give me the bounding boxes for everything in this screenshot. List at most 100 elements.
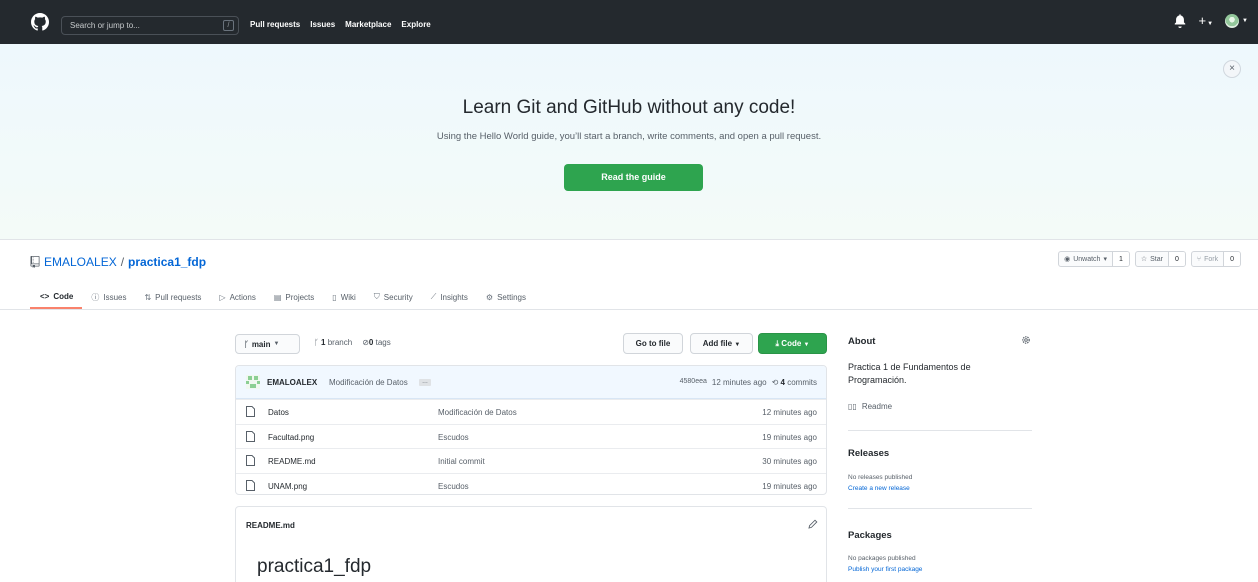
nav-link-marketplace[interactable]: Marketplace <box>345 20 391 29</box>
tab-pull-requests-label: Pull requests <box>155 292 202 302</box>
add-file-label: Add file <box>702 339 733 348</box>
commit-sha-link[interactable]: 4580eea <box>680 378 707 387</box>
tab-wiki-label: Wiki <box>340 292 356 302</box>
stars-count[interactable]: 0 <box>1167 252 1185 266</box>
hello-world-banner <box>0 44 1258 240</box>
banner-title: Learn Git and GitHub without any code! <box>462 97 796 118</box>
commit-time: 12 minutes ago <box>711 378 767 387</box>
file-commit-link[interactable]: Escudos <box>438 482 469 491</box>
file-icon <box>246 455 255 466</box>
tab-projects[interactable]: ▤ Projects <box>265 285 323 309</box>
branches-label: branch <box>327 338 353 347</box>
tab-issues[interactable]: ⓘ Issues <box>82 285 135 309</box>
fork-button[interactable]: ⑂ Fork <box>1192 252 1223 266</box>
commits-label: commits <box>787 378 817 387</box>
packages-title[interactable]: Packages <box>848 530 892 541</box>
create-new-menu[interactable]: +▼ <box>1199 14 1214 28</box>
read-the-guide-button[interactable]: Read the guide <box>564 164 703 191</box>
tab-insights-label: Insights <box>440 292 468 302</box>
file-icon <box>246 406 255 417</box>
publish-package-link[interactable]: Publish your first package <box>848 566 922 573</box>
commit-author-link[interactable]: EMALOALEX <box>267 378 317 387</box>
tab-wiki[interactable]: ▯ Wiki <box>323 285 365 309</box>
nav-link-explore[interactable]: Explore <box>401 20 430 29</box>
pencil-icon[interactable] <box>808 519 818 529</box>
tags-label: tags <box>375 338 391 347</box>
tab-settings[interactable]: ⚙ Settings <box>477 285 535 309</box>
tab-code[interactable]: <> Code <box>30 285 83 309</box>
code-button-label: Code <box>781 339 802 348</box>
tab-projects-label: Projects <box>285 292 315 302</box>
tab-pull-requests[interactable]: ⇅ Pull requests <box>135 285 210 309</box>
slash-shortcut-key: / <box>223 20 234 31</box>
nav-link-pull-requests[interactable]: Pull requests <box>250 20 300 29</box>
gear-icon[interactable] <box>1021 335 1031 345</box>
history-icon: ⟲ <box>771 378 779 387</box>
file-name-link[interactable]: UNAM.png <box>268 482 307 491</box>
eye-icon: ◉ <box>1064 255 1071 263</box>
file-list: EMALOALEX Modificación de Datos … 4580ee… <box>235 365 827 495</box>
chevron-down-icon: ▼ <box>1242 18 1248 24</box>
branches-count: 1 <box>321 338 326 347</box>
repo-icon <box>30 256 40 268</box>
branches-link[interactable]: ᚴ 1 branch <box>314 338 352 347</box>
search-input[interactable]: Search or jump to... / <box>61 16 239 35</box>
file-icon <box>246 430 255 442</box>
code-button[interactable]: ⤓ Code ▼ <box>758 333 827 354</box>
commits-history-link[interactable]: ⟲ 4 commits <box>772 378 817 387</box>
star-label: Star <box>1150 255 1163 263</box>
nav-link-issues[interactable]: Issues <box>310 20 335 29</box>
repo-name-link[interactable]: practica1_fdp <box>128 255 206 269</box>
file-commit-link[interactable]: Initial commit <box>438 457 485 466</box>
branch-selector[interactable]: ᚴ main ▼ <box>235 334 300 354</box>
file-commit-link[interactable]: Escudos <box>438 433 469 442</box>
table-row: UNAM.png Escudos 19 minutes ago <box>236 472 826 495</box>
file-name-link[interactable]: Datos <box>268 408 289 417</box>
readme-link[interactable]: ▯▯ Readme <box>848 402 892 411</box>
star-button[interactable]: ☆ Star <box>1136 252 1168 266</box>
file-name-link[interactable]: README.md <box>268 457 316 466</box>
avatar[interactable] <box>246 375 260 389</box>
tab-security[interactable]: ⛉ Security <box>365 285 422 309</box>
go-to-file-button[interactable]: Go to file <box>623 333 683 354</box>
tab-insights[interactable]: ⟋ Insights <box>422 285 477 309</box>
chevron-down-icon: ▼ <box>734 342 741 348</box>
commit-message-link[interactable]: Modificación de Datos <box>329 378 408 387</box>
file-icon <box>246 479 255 491</box>
avatar <box>1225 14 1240 28</box>
tags-link[interactable]: ⊘0 tags <box>362 338 391 347</box>
bell-icon[interactable] <box>1173 14 1187 28</box>
tab-actions[interactable]: ▷ Actions <box>210 285 264 309</box>
chevron-down-icon: ▼ <box>273 341 280 347</box>
profile-menu[interactable]: ▼ <box>1225 14 1248 28</box>
unwatch-button[interactable]: ◉ Unwatch ▾ <box>1059 252 1112 266</box>
readme-box: README.md practica1_fdp <box>235 506 827 582</box>
repo-owner-link[interactable]: EMALOALEX <box>44 255 117 269</box>
forks-count[interactable]: 0 <box>1223 252 1240 266</box>
github-logo-icon[interactable] <box>31 13 49 31</box>
create-release-link[interactable]: Create a new release <box>848 485 910 492</box>
repo-tabs: <> Code ⓘ Issues ⇅ Pull requests ▷ Actions ▤… <box>30 285 535 309</box>
tab-security-label: Security <box>383 292 413 302</box>
unwatch-button-group: ◉ Unwatch ▾ 1 <box>1058 251 1130 267</box>
file-age: 30 minutes ago <box>762 457 817 466</box>
add-file-button[interactable]: Add file ▼ <box>690 333 753 354</box>
file-age: 12 minutes ago <box>762 408 817 417</box>
banner-subtitle: Using the Hello World guide, you’ll star… <box>436 131 822 142</box>
issue-icon: ⓘ <box>91 292 100 302</box>
readme-link-label: Readme <box>861 402 893 411</box>
readme-filename: README.md <box>246 521 295 530</box>
commit-expand-button[interactable]: … <box>419 379 431 386</box>
watchers-count[interactable]: 1 <box>1111 252 1129 266</box>
repo-path-separator: / <box>120 255 125 269</box>
top-nav: Search or jump to... / Pull requests Iss… <box>0 0 1258 44</box>
file-name-link[interactable]: Facultad.png <box>268 433 314 442</box>
releases-title[interactable]: Releases <box>848 448 889 459</box>
branch-icon: ᚴ <box>244 339 249 349</box>
latest-commit: EMALOALEX Modificación de Datos … 4580ee… <box>236 366 826 399</box>
graph-icon: ⟋ <box>430 292 437 301</box>
close-icon[interactable]: × <box>1223 60 1241 78</box>
file-commit-link[interactable]: Modificación de Datos <box>438 408 517 417</box>
no-packages-text: No packages published <box>848 555 916 562</box>
book-icon: ▯▯ <box>848 402 857 411</box>
